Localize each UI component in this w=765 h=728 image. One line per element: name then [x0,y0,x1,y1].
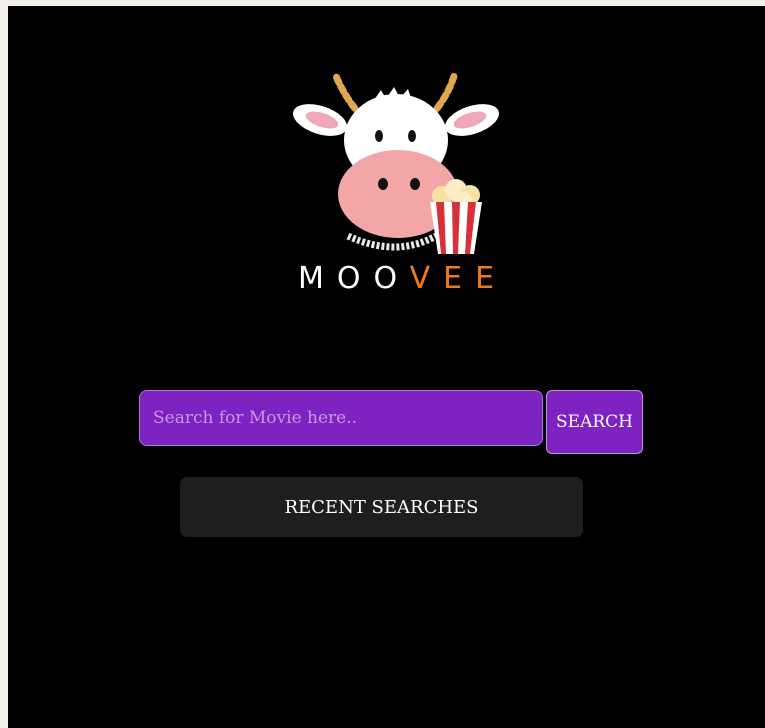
recent-searches-button[interactable]: RECENT SEARCHES [180,477,583,537]
brand-wordmark: MOOVEE [298,259,498,299]
search-input[interactable] [139,390,543,446]
search-button[interactable]: SEARCH [546,390,643,454]
brand-name-part1: MOO [298,261,410,296]
app-screen: MOOVEE SEARCH RECENT SEARCHES [8,6,765,728]
brand-name-part2: VEE [409,261,508,296]
cow-popcorn-logo-icon [293,72,499,254]
